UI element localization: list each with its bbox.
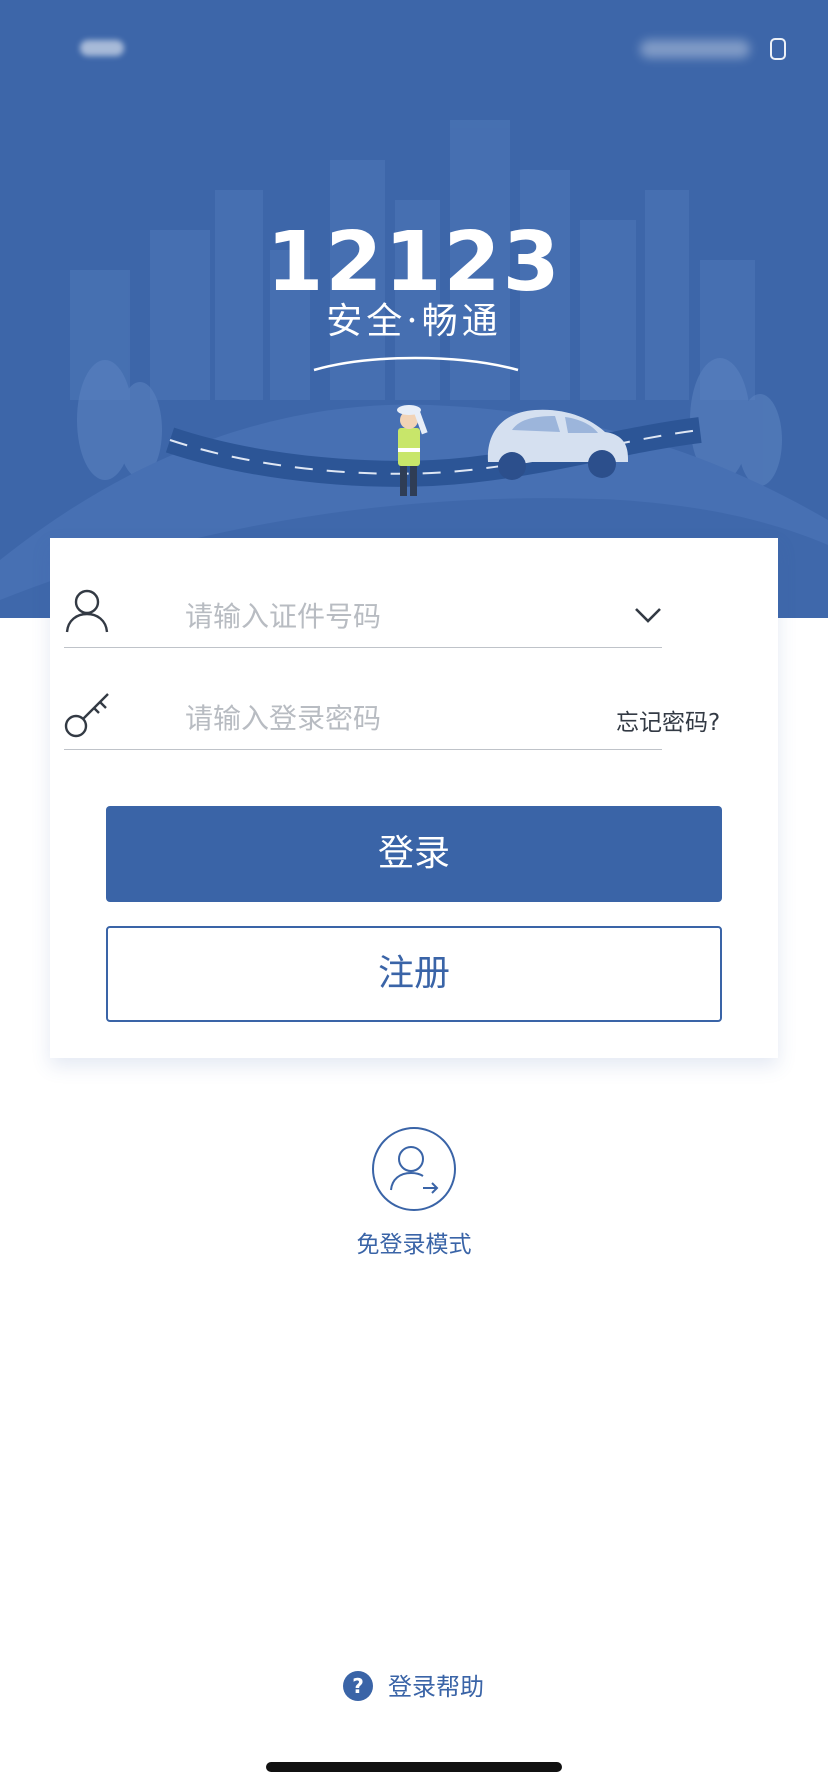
brand-slogan: 安全·畅通 xyxy=(326,301,502,342)
status-bar-indicators xyxy=(640,38,790,60)
id-number-field[interactable]: 请输入证件号码 xyxy=(64,558,662,648)
password-field[interactable]: 请输入登录密码 xyxy=(64,660,662,750)
guest-mode-button[interactable]: 免登录模式 xyxy=(332,1126,496,1260)
guest-mode-label: 免登录模式 xyxy=(356,1232,472,1258)
register-button[interactable]: 注册 xyxy=(106,926,722,1022)
forgot-password-link[interactable]: 忘记密码? xyxy=(616,708,720,738)
battery-icon xyxy=(770,38,786,60)
password-placeholder: 请输入登录密码 xyxy=(185,702,382,735)
user-icon xyxy=(65,589,109,633)
login-help-label: 登录帮助 xyxy=(388,1673,484,1701)
chevron-down-icon[interactable] xyxy=(634,606,662,624)
slogan-underline xyxy=(313,356,519,372)
hero-banner: 12123 安全·畅通 xyxy=(0,0,828,618)
key-icon xyxy=(64,693,109,738)
guest-login-icon xyxy=(372,1127,456,1211)
brand-logo-number: 12123 xyxy=(266,215,562,310)
home-indicator[interactable] xyxy=(266,1762,562,1772)
svg-text:?: ? xyxy=(352,1674,364,1698)
question-circle-icon: ? xyxy=(343,1671,373,1701)
login-button[interactable]: 登录 xyxy=(106,806,722,902)
id-number-placeholder: 请输入证件号码 xyxy=(185,600,382,633)
status-bar-time xyxy=(80,40,124,56)
